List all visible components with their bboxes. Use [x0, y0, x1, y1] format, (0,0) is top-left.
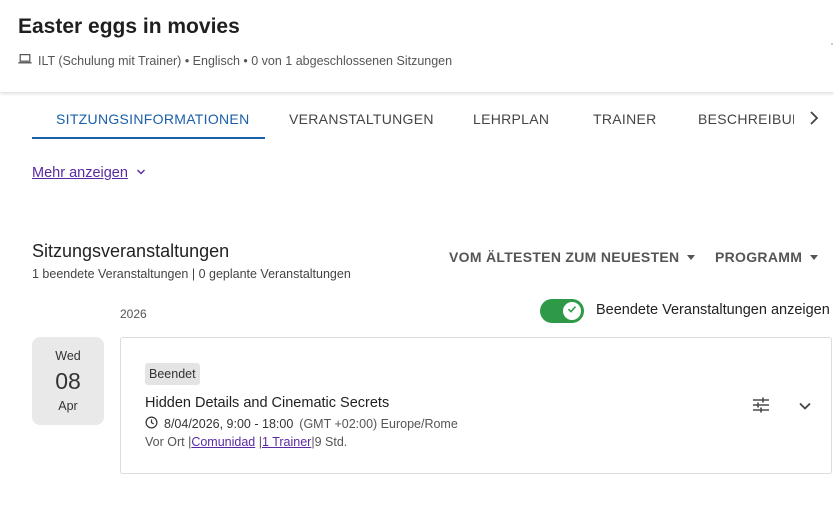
section-title: Sitzungsveranstaltungen	[32, 241, 230, 261]
page-header: Easter eggs in movies ILT (Schulung mit …	[0, 0, 834, 92]
community-link[interactable]: Comunidad	[191, 435, 255, 449]
caret-down-icon	[687, 254, 696, 260]
tab-overflow-clip: BESCHREIBUNG	[698, 95, 794, 141]
chevron-down-icon[interactable]	[797, 398, 813, 414]
tab-sitzungsinformationen[interactable]: SITZUNGSINFORMATIONEN	[56, 111, 249, 127]
sliders-icon[interactable]	[751, 396, 771, 414]
caret-down-icon	[810, 254, 819, 260]
event-timezone: (GMT +02:00) Europe/Rome	[299, 417, 458, 431]
program-dropdown[interactable]: PROGRAMM	[715, 249, 819, 265]
page-title: Easter eggs in movies	[18, 15, 240, 38]
show-finished-label: Beendete Veranstaltungen anzeigen	[596, 302, 830, 318]
event-time: 8/04/2026, 9:00 - 18:00 (GMT +02:00) Eur…	[145, 416, 458, 432]
tab-beschreibung[interactable]: BESCHREIBUNG	[698, 111, 794, 127]
event-datetime: 8/04/2026, 9:00 - 18:00	[164, 417, 294, 431]
event-date-box: Wed 08 Apr	[32, 337, 104, 425]
year-label: 2026	[120, 307, 147, 321]
location-type: Vor Ort |	[145, 435, 192, 449]
event-meta: Vor Ort |Comunidad |1 Trainer|9 Std.	[145, 435, 347, 449]
tab-veranstaltungen[interactable]: VERANSTALTUNGEN	[289, 111, 434, 127]
course-meta-text: ILT (Schulung mit Trainer) • Englisch • …	[38, 53, 453, 68]
program-label: PROGRAMM	[715, 249, 803, 265]
active-tab-indicator	[32, 137, 265, 139]
course-meta: ILT (Schulung mit Trainer) • Englisch • …	[18, 52, 452, 69]
status-badge: Beendet	[145, 363, 200, 385]
tab-bar: SITZUNGSINFORMATIONEN VERANSTALTUNGEN LE…	[32, 95, 834, 141]
event-weekday: Wed	[55, 349, 81, 363]
sort-dropdown[interactable]: VOM ÄLTESTEN ZUM NEUESTEN	[449, 249, 696, 265]
sort-label: VOM ÄLTESTEN ZUM NEUESTEN	[449, 249, 680, 265]
toggle-knob	[563, 302, 581, 320]
chevron-down-icon	[136, 165, 146, 181]
header-edge-mark: ·	[830, 36, 834, 50]
event-month: Apr	[58, 399, 78, 413]
show-more-link[interactable]: Mehr anzeigen	[32, 165, 146, 181]
check-icon	[566, 302, 578, 320]
event-day: 08	[55, 368, 81, 394]
event-title: Hidden Details and Cinematic Secrets	[145, 395, 390, 411]
meta-separator: |	[255, 435, 262, 449]
tab-lehrplan[interactable]: LEHRPLAN	[473, 111, 549, 127]
show-more-label: Mehr anzeigen	[32, 165, 128, 181]
clock-icon	[145, 416, 158, 432]
tab-trainer[interactable]: TRAINER	[593, 111, 657, 127]
event-duration: |9 Std.	[311, 435, 348, 449]
events-summary: 1 beendete Veranstaltungen | 0 geplante …	[32, 267, 351, 281]
laptop-icon	[18, 52, 32, 69]
chevron-right-icon[interactable]	[806, 109, 822, 127]
trainer-link[interactable]: 1 Trainer	[262, 435, 311, 449]
event-card[interactable]: Beendet Hidden Details and Cinematic Sec…	[120, 337, 832, 474]
show-finished-toggle[interactable]	[540, 299, 584, 323]
